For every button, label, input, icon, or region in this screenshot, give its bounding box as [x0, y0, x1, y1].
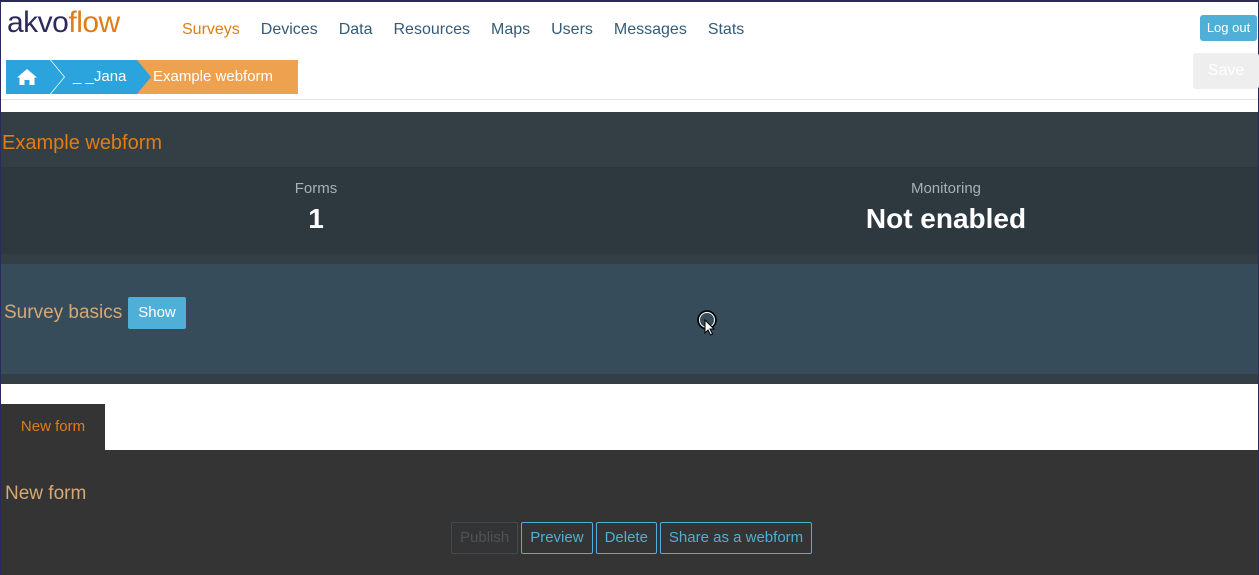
tab-new-form[interactable]: New form [1, 404, 105, 450]
nav-item-messages[interactable]: Messages [614, 20, 687, 40]
nav-item-maps[interactable]: Maps [491, 20, 530, 40]
nav-item-stats[interactable]: Stats [708, 20, 744, 40]
form-panel: New form Publish Preview Delete Share as… [1, 450, 1258, 575]
survey-basics: Survey basics Show [1, 264, 1258, 374]
survey-basics-label: Survey basics [4, 302, 123, 323]
monitoring-status: Not enabled [865, 203, 1027, 234]
nav-item-resources[interactable]: Resources [394, 20, 470, 40]
delete-button[interactable]: Delete [595, 522, 657, 554]
nav-item-users[interactable]: Users [551, 20, 593, 40]
breadcrumb-user[interactable]: _ _Jana [51, 60, 151, 94]
form-actions: Publish Preview Delete Share as a webfor… [451, 522, 815, 554]
breadcrumb-survey[interactable]: Example webform [133, 60, 298, 94]
preview-button[interactable]: Preview [521, 522, 593, 554]
main-nav: Surveys Devices Data Resources Maps User… [182, 20, 765, 40]
stat-monitoring: Monitoring Not enabled [631, 167, 1259, 235]
survey-title: Example webform [2, 132, 163, 154]
survey-panel: Example webform Forms 1 Monitoring Not e… [1, 112, 1258, 384]
nav-item-data[interactable]: Data [339, 20, 373, 40]
monitoring-label: Monitoring [910, 180, 982, 197]
form-title: New form [5, 483, 87, 504]
share-webform-button[interactable]: Share as a webform [659, 522, 813, 554]
stat-forms: Forms 1 [1, 167, 631, 235]
save-button[interactable]: Save [1193, 53, 1259, 89]
forms-label: Forms [294, 180, 338, 197]
mouse-cursor-icon [697, 310, 717, 336]
nav-item-devices[interactable]: Devices [261, 20, 318, 40]
home-icon [17, 69, 37, 85]
akvoflow-logo[interactable]: akvoflow [7, 6, 120, 40]
show-basics-button[interactable]: Show [128, 297, 186, 329]
publish-button[interactable]: Publish [451, 522, 519, 554]
top-header: akvoflow Surveys Devices Data Resources … [1, 2, 1259, 100]
nav-item-surveys[interactable]: Surveys [182, 20, 240, 40]
forms-count: 1 [308, 203, 324, 234]
logout-button[interactable]: Log out [1200, 15, 1257, 41]
survey-stats: Forms 1 Monitoring Not enabled [1, 167, 1258, 254]
